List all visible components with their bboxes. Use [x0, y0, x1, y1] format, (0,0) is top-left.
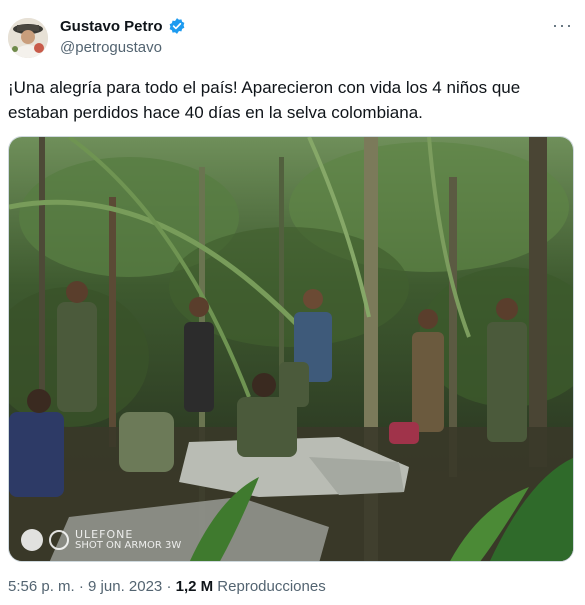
avatar-image: [8, 18, 48, 58]
watermark-brand: ULEFONE: [75, 528, 134, 541]
views-label: Reproducciones: [213, 578, 326, 595]
author-name-row: Gustavo Petro: [60, 17, 186, 35]
user-handle[interactable]: @petrogustavo: [60, 39, 162, 56]
jungle-scene-image: [9, 137, 573, 561]
tweet-date[interactable]: 9 jun. 2023: [88, 578, 162, 595]
watermark-circle-icon: [21, 529, 43, 551]
more-options-icon[interactable]: ···: [552, 16, 573, 34]
camera-watermark: ULEFONE SHOT ON ARMOR 3W: [21, 529, 181, 551]
watermark-text: ULEFONE SHOT ON ARMOR 3W: [75, 529, 181, 551]
views-count: 1,2 M: [175, 578, 214, 595]
watermark-caption: SHOT ON ARMOR 3W: [75, 540, 182, 551]
watermark-ring-icon: [49, 530, 69, 550]
tweet-meta: 5:56 p. m. · 9 jun. 2023 · 1,2 M Reprodu…: [8, 578, 326, 595]
tweet-photo[interactable]: ULEFONE SHOT ON ARMOR 3W: [8, 136, 574, 562]
display-name[interactable]: Gustavo Petro: [60, 18, 163, 35]
meta-separator: ·: [74, 578, 89, 595]
avatar[interactable]: [8, 18, 48, 58]
meta-separator: ·: [162, 578, 176, 595]
tweet-time[interactable]: 5:56 p. m.: [8, 578, 75, 595]
verified-badge-icon: [168, 17, 186, 35]
tweet-card: Gustavo Petro @petrogustavo ··· ¡Una ale…: [0, 0, 585, 605]
tweet-text: ¡Una alegría para todo el país! Aparecie…: [8, 78, 521, 122]
